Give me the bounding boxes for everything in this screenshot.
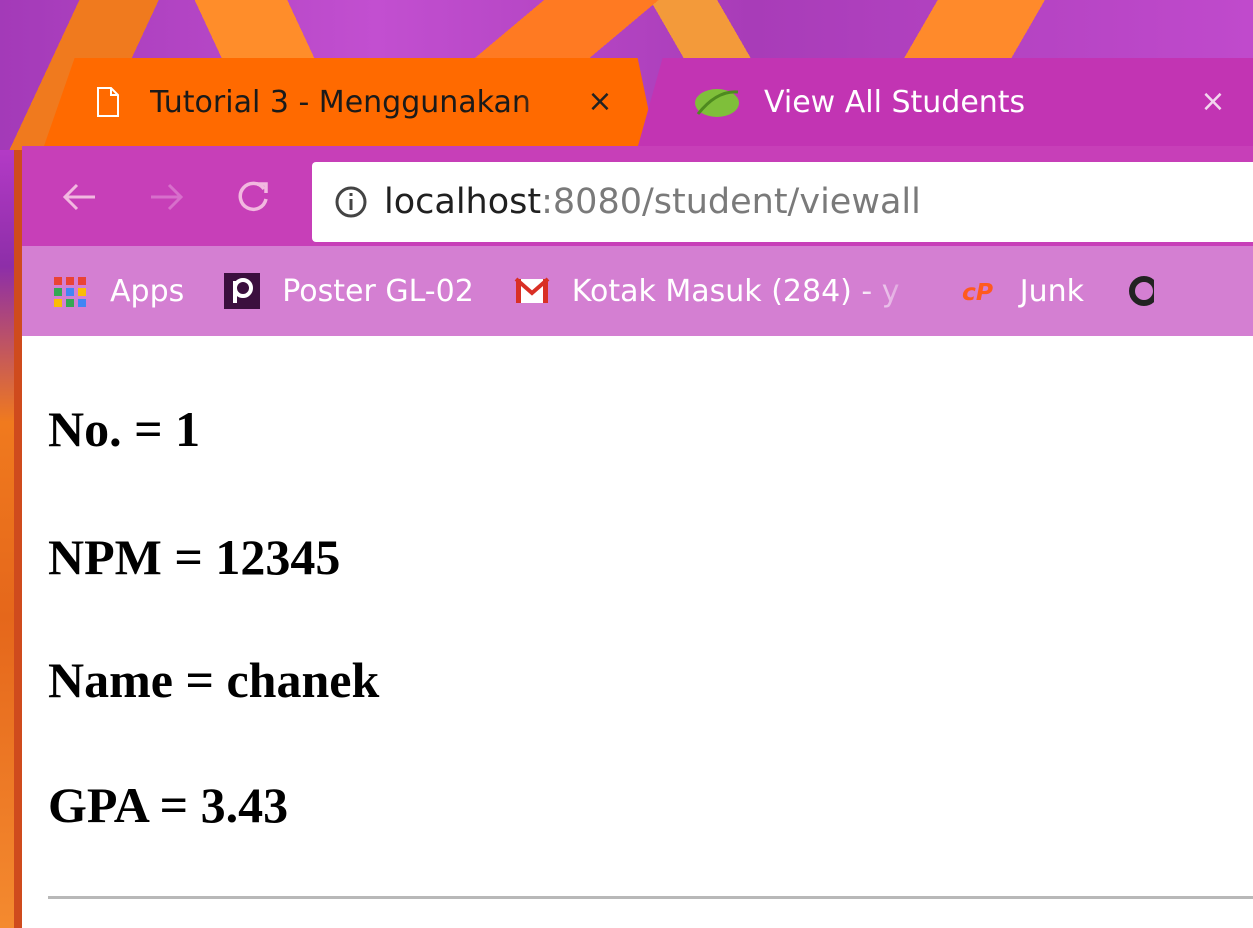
page-content: No. = 1 NPM = 12345 Name = chanek GPA = …	[22, 336, 1253, 928]
info-icon[interactable]	[334, 185, 368, 219]
url-host: localhost	[384, 182, 542, 222]
close-icon[interactable]: ×	[1193, 87, 1233, 117]
student-npm: NPM = 12345	[48, 529, 341, 585]
bookmark-gmail[interactable]: Kotak Masuk (284) - y	[514, 273, 922, 309]
student-no: No. = 1	[48, 401, 201, 457]
reload-icon	[238, 181, 268, 212]
bookmark-junk[interactable]: cP Junk	[962, 273, 1084, 309]
back-button[interactable]	[56, 174, 102, 220]
horizontal-rule	[48, 896, 1253, 899]
tab-title: Tutorial 3 - Menggunakan	[150, 84, 531, 120]
url-path: :8080/student/viewall	[541, 182, 921, 222]
spring-leaf-icon	[695, 89, 739, 117]
page-icon	[97, 87, 119, 117]
tab-view-all-students[interactable]: View All Students ×	[638, 58, 1253, 146]
browser-window: Tutorial 3 - Menggunakan × View All Stud…	[0, 0, 1253, 928]
forward-button[interactable]	[144, 174, 190, 220]
p-logo-icon	[224, 273, 261, 309]
cpanel-icon: cP	[962, 278, 993, 306]
address-bar[interactable]: localhost:8080/student/viewall	[312, 162, 1253, 242]
reload-button[interactable]	[230, 174, 276, 220]
apps-grid-icon	[54, 277, 86, 307]
bookmark-apps[interactable]: Apps	[52, 273, 184, 309]
student-name: Name = chanek	[48, 652, 380, 708]
browser-toolbar: localhost:8080/student/viewall	[22, 146, 1253, 246]
student-gpa: GPA = 3.43	[48, 777, 289, 833]
bookmark-label: Poster GL-02	[282, 273, 474, 309]
gmail-icon	[514, 277, 550, 303]
close-icon[interactable]: ×	[580, 87, 620, 117]
forward-arrow-icon	[151, 183, 184, 211]
svg-text:cP: cP	[962, 278, 993, 306]
bookmark-poster[interactable]: Poster GL-02	[224, 273, 474, 309]
bookmark-label: Junk	[1019, 273, 1085, 309]
bookmark-label: Kotak Masuk (284) - y	[571, 273, 900, 309]
back-arrow-icon	[62, 183, 95, 211]
bookmark-overflow-icon[interactable]	[1124, 273, 1155, 309]
bookmarks-bar: Apps Poster GL-02 Kotak Masuk (284) - y …	[22, 246, 1253, 336]
tab-title: View All Students	[764, 84, 1026, 120]
tab-tutorial-3[interactable]: Tutorial 3 - Menggunakan ×	[44, 58, 656, 146]
bookmark-label: Apps	[110, 273, 185, 309]
window-left-edge	[0, 150, 22, 928]
